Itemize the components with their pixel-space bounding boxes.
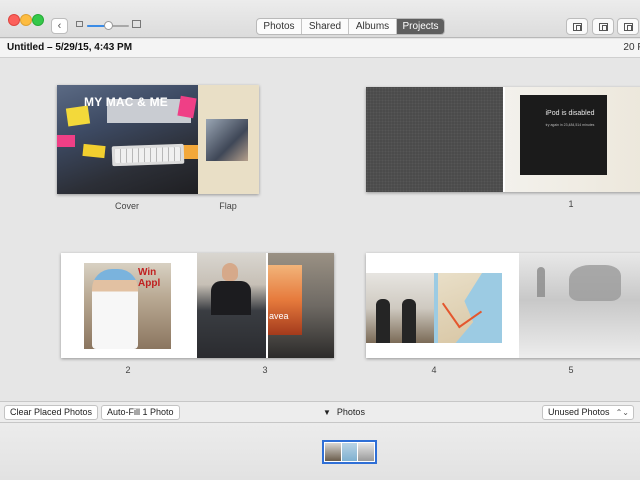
chevron-down-icon: ▼ xyxy=(323,408,331,417)
thumbnail-segment xyxy=(341,443,358,461)
spread-caption: 5 xyxy=(568,365,574,375)
up-down-arrows-icon: ⌃⌄ xyxy=(615,408,629,417)
spread-caption: Cover xyxy=(114,201,139,211)
page-5[interactable] xyxy=(505,253,640,358)
zoom-slider[interactable] xyxy=(76,20,141,30)
book-settings-icon xyxy=(624,23,633,31)
minimize-window-button[interactable] xyxy=(20,14,32,26)
photo-store-poster[interactable]: avea xyxy=(268,253,334,358)
face xyxy=(222,263,238,281)
tab-photos[interactable]: Photos xyxy=(257,19,302,34)
sticky-note xyxy=(177,95,197,119)
photos-toggle-label: Photos xyxy=(336,407,365,417)
photo-apple-store[interactable] xyxy=(197,253,266,358)
photo-map[interactable] xyxy=(434,273,502,343)
flap-page[interactable] xyxy=(198,85,259,194)
photo-horse-artwork[interactable] xyxy=(519,253,640,358)
photos-tray-toggle[interactable]: ▼ Photos xyxy=(323,407,365,417)
spread-4-5[interactable] xyxy=(366,253,640,358)
view-tabs: Photos Shared Albums Projects xyxy=(256,18,445,35)
spread-caption: 1 xyxy=(568,199,574,209)
zoom-knob[interactable] xyxy=(104,21,113,30)
spread-caption: 4 xyxy=(431,365,437,375)
person xyxy=(92,269,138,349)
ipod-photo[interactable]: iPod is disabled try again in 23,484,514… xyxy=(520,95,607,175)
person xyxy=(376,299,390,343)
tab-albums[interactable]: Albums xyxy=(349,19,397,34)
photo-group[interactable] xyxy=(366,273,434,343)
cover-page[interactable]: MY MAC & ME xyxy=(57,85,198,194)
toolbar: ‹ Photos Shared Albums Projects xyxy=(0,0,640,38)
spread-caption: 2 xyxy=(125,365,131,375)
sticky-note xyxy=(57,135,75,147)
add-to-project-button[interactable] xyxy=(566,18,588,35)
add-to-project-icon xyxy=(573,23,582,31)
sticky-note xyxy=(82,143,106,159)
tab-shared[interactable]: Shared xyxy=(302,19,349,34)
figure xyxy=(537,267,545,297)
spread-1[interactable]: iPod is disabled try again in 23,484,514… xyxy=(366,87,640,192)
thumbnail-segment xyxy=(358,443,375,461)
cover-title[interactable]: MY MAC & ME xyxy=(84,95,168,109)
page-left[interactable] xyxy=(366,87,503,192)
shirt xyxy=(211,281,251,315)
fullscreen-window-button[interactable] xyxy=(32,14,44,26)
tab-projects[interactable]: Projects xyxy=(397,19,444,34)
thumbnail-segment xyxy=(325,443,341,461)
keyboard xyxy=(111,143,185,167)
poster-text: avea xyxy=(269,311,289,321)
book-settings-button[interactable] xyxy=(617,18,639,35)
auto-fill-button[interactable]: Auto-Fill 1 Photo xyxy=(101,405,180,420)
flap-photo[interactable] xyxy=(206,119,248,161)
book-canvas: MY MAC & ME Cover Flap iPod is disabled … xyxy=(0,59,640,401)
ipod-subtext: try again in 23,484,514 minutes xyxy=(545,123,595,127)
page-2[interactable]: Win Appl xyxy=(61,253,196,358)
page-count: 20 P xyxy=(623,42,640,53)
project-info-bar: Untitled – 5/29/15, 4:43 PM 20 P xyxy=(0,39,640,58)
zoom-track[interactable] xyxy=(87,21,129,30)
photo-thumbnail[interactable] xyxy=(322,440,377,464)
close-window-button[interactable] xyxy=(8,14,20,26)
poster xyxy=(268,265,302,335)
horse xyxy=(569,265,621,301)
page-right[interactable]: iPod is disabled try again in 23,484,514… xyxy=(505,87,640,192)
page-4[interactable] xyxy=(366,253,502,358)
person xyxy=(402,299,416,343)
layout-icon xyxy=(599,23,608,31)
spread-caption: 3 xyxy=(262,365,268,375)
photo-filter-select[interactable]: Unused Photos ⌃⌄ xyxy=(542,405,634,420)
photo-tray xyxy=(0,423,640,480)
photo-filter-value: Unused Photos xyxy=(548,407,610,417)
back-button[interactable]: ‹ xyxy=(51,18,68,34)
spread-caption: Flap xyxy=(219,201,237,211)
spread-2-3[interactable]: Win Appl avea xyxy=(61,253,334,358)
photos-bar: Clear Placed Photos Auto-Fill 1 Photo ▼ P… xyxy=(0,401,640,423)
photo-presenter[interactable]: Win Appl xyxy=(84,263,171,349)
layout-button[interactable] xyxy=(592,18,614,35)
clear-placed-photos-button[interactable]: Clear Placed Photos xyxy=(4,405,99,420)
project-title: Untitled – 5/29/15, 4:43 PM xyxy=(7,42,133,53)
apple-sign-text: Win Appl xyxy=(138,267,161,289)
ipod-disabled-text: iPod is disabled xyxy=(545,110,595,117)
spread-cover[interactable]: MY MAC & ME xyxy=(57,85,259,194)
page-3[interactable]: avea xyxy=(197,253,334,358)
zoom-in-icon xyxy=(132,20,141,28)
zoom-out-icon xyxy=(76,21,83,27)
cover-photo[interactable]: MY MAC & ME xyxy=(57,85,198,194)
